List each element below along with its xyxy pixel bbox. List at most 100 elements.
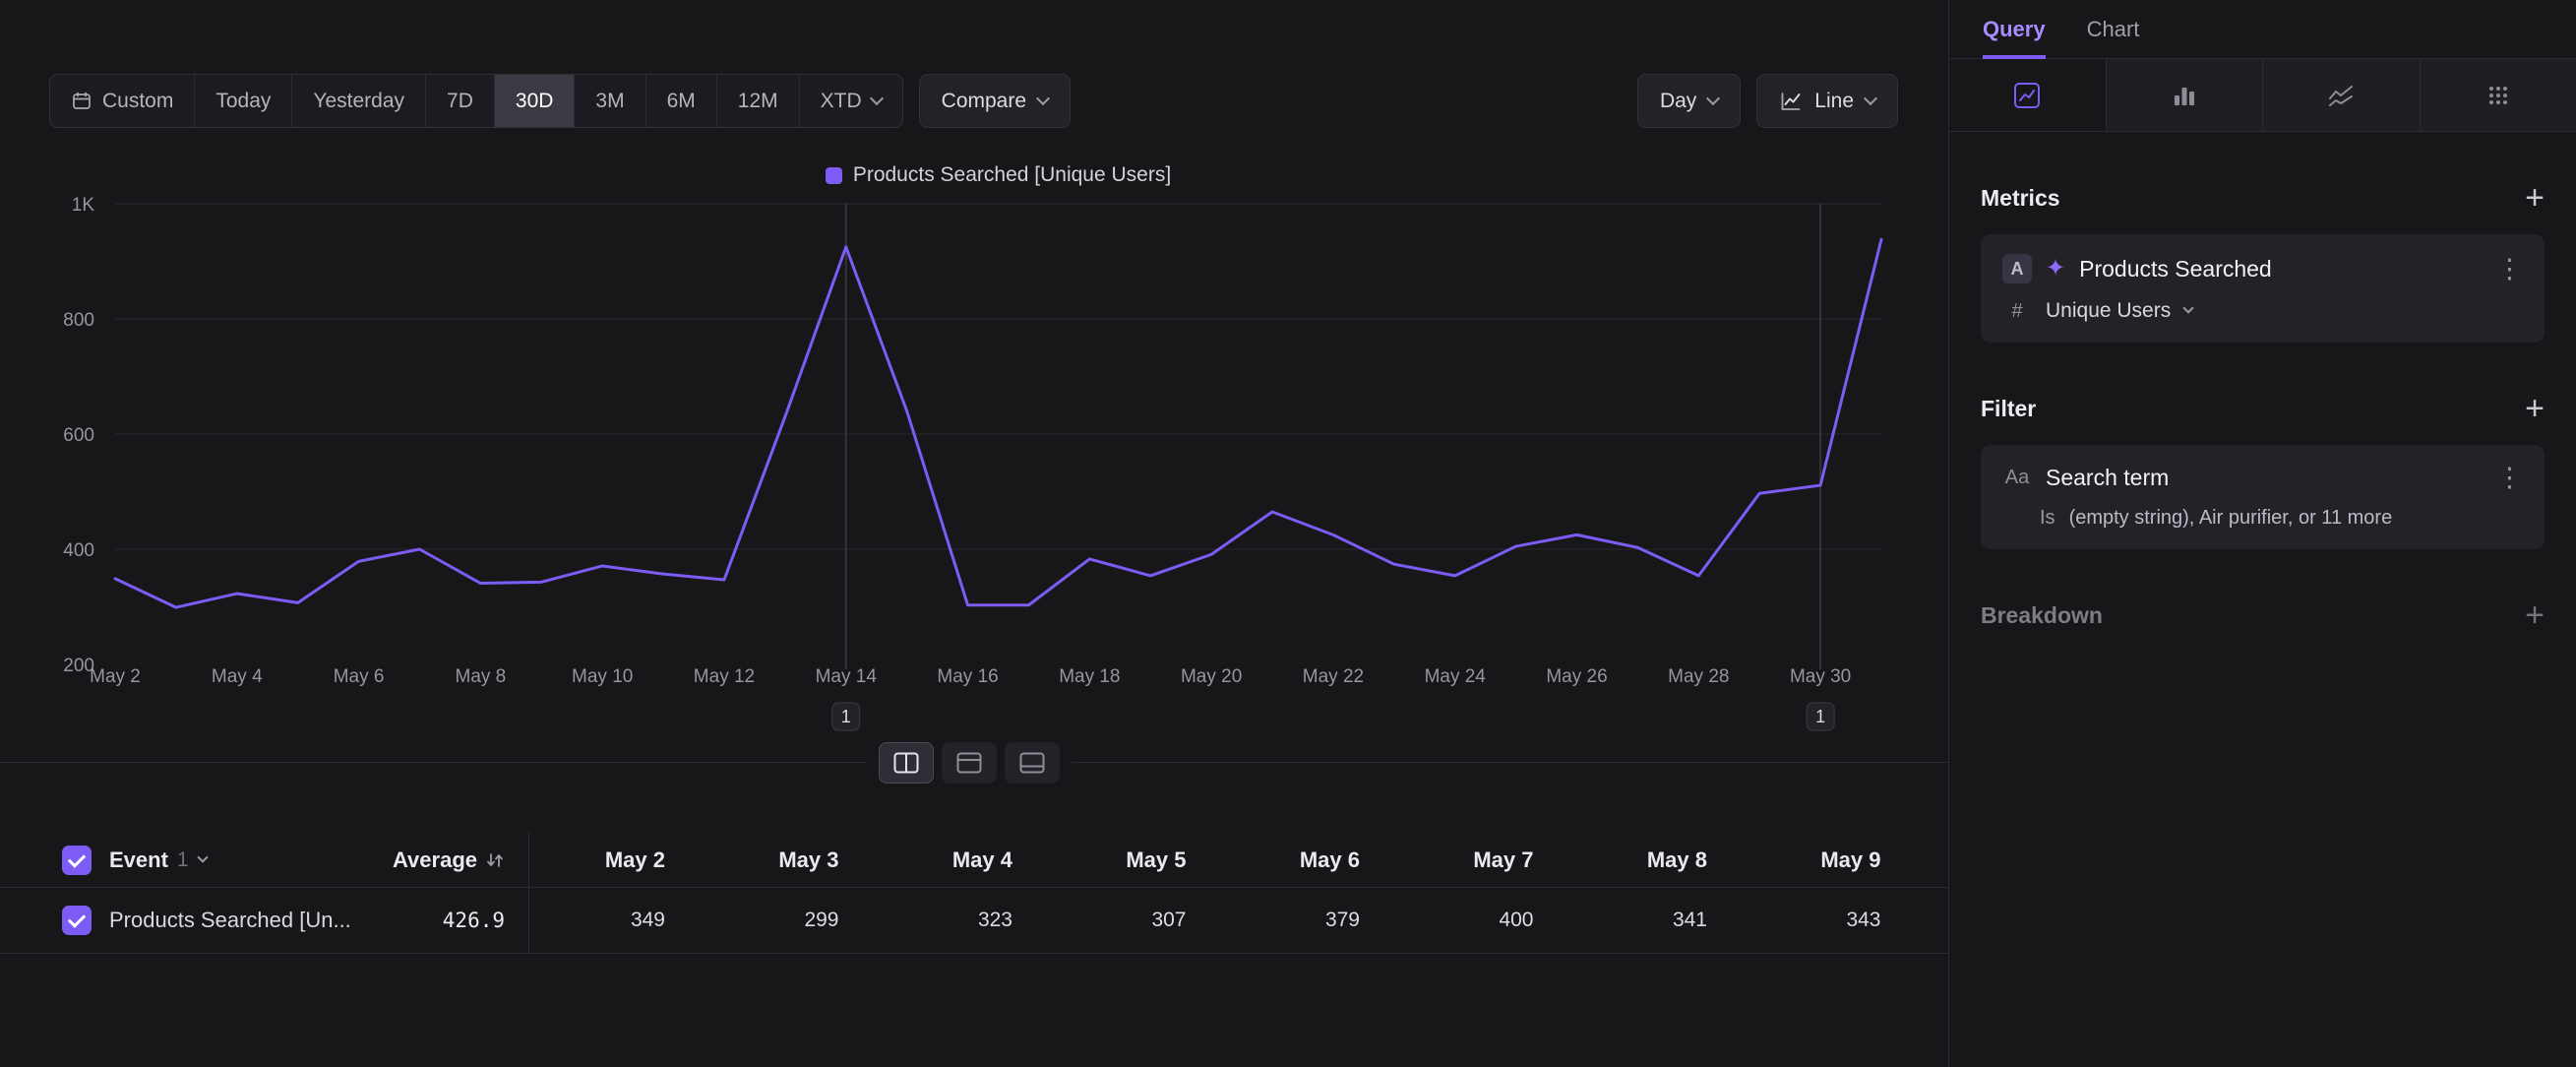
filter-value: (empty string), Air purifier, or 11 more [2069, 507, 2393, 530]
bar-chart-icon [2170, 81, 2199, 110]
date-controls: Custom Today Yesterday 7D 30D 3M 6M 12M … [49, 74, 1071, 128]
filter-heading: Filter [1981, 396, 2036, 422]
date-range-3m[interactable]: 3M [575, 75, 645, 127]
date-range-12m[interactable]: 12M [717, 75, 800, 127]
metric-card[interactable]: A ✦ Products Searched ⋮ # Unique Users [1981, 234, 2545, 343]
panel-tabs: Query Chart [1949, 0, 2576, 59]
date-range-30d[interactable]: 30D [495, 75, 576, 127]
chart-style-button[interactable]: Line [1756, 74, 1898, 128]
results-table: Event 1 Average May 2 May 3 May 4 May 5 … [0, 833, 1948, 954]
event-sparkle-icon: ✦ [2046, 257, 2065, 281]
add-metric-button[interactable]: + [2525, 184, 2545, 212]
cell-value: 379 [1187, 909, 1361, 932]
metric-aggregation-row[interactable]: # Unique Users [2002, 299, 2523, 323]
svg-text:May 24: May 24 [1425, 666, 1487, 687]
layout-table-bottom-button[interactable] [1005, 742, 1060, 784]
display-controls: Day Line [1637, 74, 1898, 128]
average-header: Average [393, 847, 505, 873]
sort-icon[interactable] [485, 850, 505, 870]
annotation-badge-label: 1 [1815, 707, 1825, 726]
svg-text:May 30: May 30 [1790, 666, 1851, 687]
cell-value: 341 [1534, 909, 1708, 932]
filter-card[interactable]: Aa Search term ⋮ Is (empty string), Air … [1981, 445, 2545, 549]
cell-value: 299 [665, 909, 839, 932]
layout-chart-only-button[interactable] [942, 742, 997, 784]
layout-split-icon [893, 752, 919, 774]
tab-query[interactable]: Query [1983, 0, 2046, 58]
chart-legend: Products Searched [Unique Users] [115, 163, 1881, 187]
table-header-row: Event 1 Average May 2 May 3 May 4 May 5 … [0, 833, 1948, 888]
chart-type-insights-tab[interactable] [1949, 59, 2106, 131]
chart-type-stacked-tab[interactable] [2262, 59, 2420, 131]
date-range-today[interactable]: Today [195, 75, 292, 127]
kebab-menu-icon[interactable]: ⋮ [2496, 256, 2523, 282]
add-filter-button[interactable]: + [2525, 395, 2545, 422]
date-range-control: Custom Today Yesterday 7D 30D 3M 6M 12M … [49, 74, 903, 128]
column-header: May 3 [665, 847, 839, 873]
svg-text:May 26: May 26 [1546, 666, 1607, 687]
calendar-icon [71, 91, 92, 112]
chart-toolbar: Custom Today Yesterday 7D 30D 3M 6M 12M … [49, 74, 1898, 128]
metrics-section-header: Metrics + [1981, 183, 2545, 213]
date-range-6m[interactable]: 6M [646, 75, 717, 127]
add-breakdown-button[interactable]: + [2525, 601, 2545, 629]
date-range-7d[interactable]: 7D [426, 75, 495, 127]
svg-text:May 22: May 22 [1303, 666, 1364, 687]
layout-table-right-button[interactable] [879, 742, 934, 784]
chart-type-tabs [1949, 59, 2576, 132]
line-chart-icon [1779, 90, 1803, 113]
date-range-custom[interactable]: Custom [50, 75, 195, 127]
svg-text:1K: 1K [72, 195, 95, 216]
column-header: May 5 [1012, 847, 1187, 873]
filter-section-header: Filter + [1981, 394, 2545, 423]
layout-toggle-group [867, 742, 1072, 784]
line-chart-icon [2012, 81, 2042, 110]
svg-text:600: 600 [63, 425, 94, 446]
filter-operator: Is [2040, 507, 2055, 530]
svg-text:May 18: May 18 [1059, 666, 1120, 687]
svg-text:May 28: May 28 [1668, 666, 1729, 687]
column-header: May 9 [1707, 847, 1881, 873]
series-letter-badge: A [2002, 254, 2032, 283]
kebab-menu-icon[interactable]: ⋮ [2496, 465, 2523, 491]
svg-text:May 16: May 16 [937, 666, 998, 687]
chevron-down-icon [870, 91, 884, 104]
legend-swatch [826, 167, 842, 184]
column-header: May 8 [1534, 847, 1708, 873]
date-range-xtd[interactable]: XTD [800, 75, 902, 127]
chevron-down-icon [1864, 91, 1877, 104]
legend-label: Products Searched [Unique Users] [853, 163, 1171, 187]
main-area: Custom Today Yesterday 7D 30D 3M 6M 12M … [0, 0, 1948, 1067]
cell-value: 349 [529, 909, 665, 932]
svg-text:May 4: May 4 [212, 666, 263, 687]
svg-text:May 12: May 12 [694, 666, 755, 687]
compare-button[interactable]: Compare [919, 74, 1071, 128]
layout-top-icon [956, 752, 982, 774]
metrics-heading: Metrics [1981, 185, 2060, 212]
metric-event-name[interactable]: Products Searched [2079, 256, 2272, 282]
filter-property-name[interactable]: Search term [2046, 465, 2169, 491]
select-all-checkbox[interactable] [62, 846, 92, 875]
breakdown-section-header: Breakdown + [1981, 600, 2545, 630]
tab-chart[interactable]: Chart [2087, 0, 2140, 58]
date-range-yesterday[interactable]: Yesterday [292, 75, 426, 127]
table-row-left: Products Searched [Un... 426.9 [0, 888, 529, 953]
cell-value: 307 [1012, 909, 1187, 932]
event-label: Event [109, 847, 168, 873]
insights-report: Custom Today Yesterday 7D 30D 3M 6M 12M … [0, 0, 2576, 1067]
chevron-down-icon [1036, 91, 1050, 104]
annotation-badge-label: 1 [841, 707, 851, 726]
chart-type-more-tab[interactable] [2420, 59, 2576, 131]
column-header: May 4 [839, 847, 1013, 873]
breakdown-heading: Breakdown [1981, 602, 2103, 629]
filter-condition-row[interactable]: Is (empty string), Air purifier, or 11 m… [2002, 507, 2523, 530]
row-checkbox[interactable] [62, 906, 92, 935]
stacked-line-icon [2326, 81, 2356, 110]
svg-text:May 6: May 6 [334, 666, 385, 687]
query-builder: Metrics + A ✦ Products Searched ⋮ # Uniq… [1949, 183, 2576, 630]
chart-type-bar-tab[interactable] [2106, 59, 2263, 131]
svg-text:400: 400 [63, 540, 94, 561]
chevron-down-icon[interactable] [197, 851, 208, 862]
granularity-button[interactable]: Day [1637, 74, 1741, 128]
table-header-left: Event 1 Average [0, 833, 529, 887]
